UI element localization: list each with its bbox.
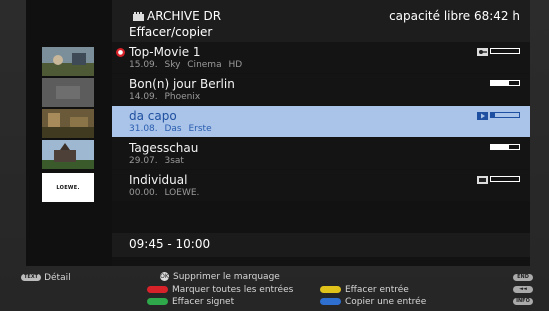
yellow-key-hint[interactable]: Effacer entrée <box>320 285 409 295</box>
blue-key-icon <box>320 298 341 305</box>
recording-row[interactable]: Bon(n) jour Berlin 14.09. Phoenix <box>112 74 530 105</box>
green-key-hint[interactable]: Effacer signet <box>147 297 234 307</box>
recording-row[interactable]: Tagesschau 29.07. 3sat <box>112 138 530 169</box>
folder-icon <box>477 176 488 184</box>
progress-bar <box>490 176 520 182</box>
ok-key-icon: OK <box>160 272 169 281</box>
text-key-icon: TEXT <box>21 274 42 281</box>
thumbnail-2 <box>42 78 94 107</box>
screen: LOEWE. ARCHIVE DR Effacer/copier capacit… <box>0 0 549 311</box>
time-range-bar: 09:45 - 10:00 <box>112 233 530 257</box>
red-key-icon <box>147 286 168 293</box>
recording-title: Top-Movie 1 <box>129 45 201 59</box>
recording-meta: 15.09. Sky Cinema HD <box>129 60 243 70</box>
archive-panel: ARCHIVE DR Effacer/copier capacité libre… <box>112 0 530 266</box>
progress-bar <box>490 144 520 150</box>
thumbnail-column: LOEWE. <box>26 0 112 266</box>
progress-bar <box>490 80 520 86</box>
archive-icon <box>133 11 144 21</box>
footer-legend: TEXT Détail OK Supprimer le marquage Marqu… <box>0 266 549 311</box>
thumbnail-4 <box>42 140 94 169</box>
green-key-icon <box>147 298 168 305</box>
play-icon <box>477 112 488 120</box>
key-icon <box>477 48 488 56</box>
recording-title: Tagesschau <box>129 141 199 155</box>
red-key-hint[interactable]: Marquer toutes les entrées <box>147 285 293 295</box>
rewind-key-icon[interactable]: ◄◄ <box>513 286 533 293</box>
recording-meta: 00.00. LOEWE. <box>129 188 200 198</box>
page-subtitle: Effacer/copier <box>129 25 213 39</box>
yellow-key-icon <box>320 286 341 293</box>
recording-row[interactable]: ● Top-Movie 1 15.09. Sky Cinema HD <box>112 42 530 73</box>
thumbnail-5: LOEWE. <box>42 173 94 202</box>
page-title: ARCHIVE DR <box>147 9 222 23</box>
blue-key-hint[interactable]: Copier une entrée <box>320 297 426 307</box>
recording-indicator-icon: ● <box>116 48 125 57</box>
thumbnail-1 <box>42 47 94 76</box>
recording-row[interactable]: Individual 00.00. LOEWE. <box>112 170 530 201</box>
recording-meta: 29.07. 3sat <box>129 156 184 166</box>
recording-row-selected[interactable]: da capo 31.08. Das Erste <box>112 106 530 137</box>
progress-bar <box>490 112 520 118</box>
recording-meta: 31.08. Das Erste <box>129 124 212 134</box>
remove-mark-hint[interactable]: OK Supprimer le marquage <box>160 272 280 282</box>
info-key-icon[interactable]: INFO <box>513 298 533 305</box>
thumbnail-3 <box>42 109 94 138</box>
recording-title: Individual <box>129 173 188 187</box>
progress-bar <box>490 48 520 54</box>
recording-title: Bon(n) jour Berlin <box>129 77 235 91</box>
capacity-label: capacité libre 68:42 h <box>389 9 520 23</box>
panel-header: ARCHIVE DR Effacer/copier capacité libre… <box>112 0 530 42</box>
end-key-icon[interactable]: END <box>513 274 533 281</box>
recording-meta: 14.09. Phoenix <box>129 92 201 102</box>
time-range: 09:45 - 10:00 <box>129 237 211 251</box>
detail-hint[interactable]: TEXT Détail <box>21 273 71 283</box>
recording-title: da capo <box>129 109 177 123</box>
loewe-logo: LOEWE. <box>42 173 94 202</box>
